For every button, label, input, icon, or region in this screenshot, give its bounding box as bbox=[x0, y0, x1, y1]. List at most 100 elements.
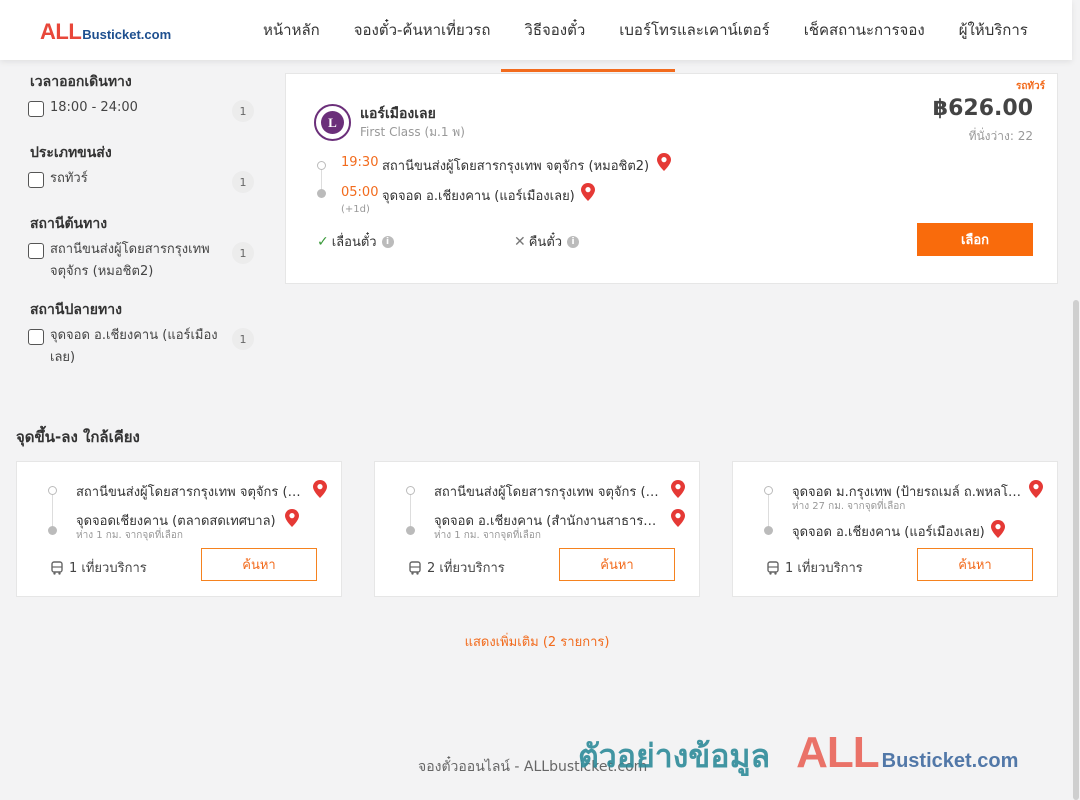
operator-logo-letter: L bbox=[321, 111, 344, 134]
trip-count-label: 1 เที่ยวบริการ bbox=[785, 561, 863, 576]
map-pin-icon[interactable] bbox=[581, 183, 595, 201]
scrollbar-track[interactable] bbox=[1072, 0, 1080, 800]
filter-title-bus-type: ประเภทขนส่ง bbox=[30, 145, 112, 161]
map-pin-icon[interactable] bbox=[671, 509, 685, 527]
show-more-link[interactable]: แสดงเพิ่มเติม (2 รายการ) bbox=[0, 631, 1074, 652]
trip-count-label: 2 เที่ยวบริการ bbox=[427, 561, 505, 576]
route-line bbox=[410, 493, 411, 530]
checkbox[interactable] bbox=[28, 243, 44, 259]
filter-title-origin: สถานีต้นทาง bbox=[30, 216, 108, 232]
nearby-search-button[interactable]: ค้นหา bbox=[917, 548, 1033, 581]
filter-option-label: จุดจอด อ.เชียงคาน (แอร์เมือง เลย) bbox=[50, 328, 218, 365]
filter-option-origin[interactable]: สถานีขนส่งผู้โดยสารกรุงเทพ จตุจักร (หมอช… bbox=[28, 242, 254, 283]
trip-price: ฿626.00 bbox=[932, 96, 1033, 121]
map-pin-icon[interactable] bbox=[657, 153, 671, 171]
count-badge: 1 bbox=[232, 328, 254, 350]
departure-time: 19:30 bbox=[341, 155, 379, 170]
filter-option-label: 18:00 - 24:00 bbox=[50, 100, 138, 115]
trip-count-label: 1 เที่ยวบริการ bbox=[69, 561, 147, 576]
nearby-card: จุดจอด ม.กรุงเทพ (ป้ายรถเมล์ ถ.พหลโยธิน)… bbox=[732, 461, 1058, 597]
filter-option-destination[interactable]: จุดจอด อ.เชียงคาน (แอร์เมือง เลย) 1 bbox=[28, 328, 254, 369]
refund-policy: ✕ คืนตั๋ว i bbox=[514, 231, 580, 252]
nearby-card: สถานีขนส่งผู้โดยสารกรุงเทพ จตุจักร (หมอช… bbox=[16, 461, 342, 597]
active-tab-indicator bbox=[501, 69, 675, 72]
select-trip-button[interactable]: เลือก bbox=[917, 223, 1033, 256]
checkbox[interactable] bbox=[28, 329, 44, 345]
nearby-card: สถานีขนส่งผู้โดยสารกรุงเทพ จตุจักร (หมอช… bbox=[374, 461, 700, 597]
count-badge: 1 bbox=[232, 171, 254, 193]
filter-title-departure-time: เวลาออกเดินทาง bbox=[30, 74, 132, 90]
bus-icon bbox=[767, 560, 779, 575]
nearby-to-distance: ห่าง 1 กม. จากจุดที่เลือก bbox=[434, 530, 541, 541]
nearby-section-title: จุดขึ้น-ลง ใกล้เคียง bbox=[16, 428, 140, 446]
from-dot bbox=[48, 486, 57, 495]
nav-home[interactable]: หน้าหลัก bbox=[246, 18, 337, 42]
nearby-search-button[interactable]: ค้นหา bbox=[201, 548, 317, 581]
bus-icon bbox=[51, 560, 63, 575]
bus-icon bbox=[409, 560, 421, 575]
route-line bbox=[52, 493, 53, 530]
nearby-to-distance: ห่าง 1 กม. จากจุดที่เลือก bbox=[76, 530, 183, 541]
footer-text: จองตั๋วออนไลน์ - ALLbusticket.com bbox=[418, 759, 648, 775]
cross-icon: ✕ bbox=[514, 233, 526, 250]
refund-label: คืนตั๋ว bbox=[528, 235, 563, 250]
nearby-search-button[interactable]: ค้นหา bbox=[559, 548, 675, 581]
from-dot bbox=[764, 486, 773, 495]
trip-card: รถทัวร์ L แอร์เมืองเลย First Class (ม.1 … bbox=[285, 73, 1058, 284]
trip-count: 1 เที่ยวบริการ bbox=[766, 557, 863, 578]
nav-operators[interactable]: ผู้ให้บริการ bbox=[942, 18, 1045, 42]
filter-option-departure-time[interactable]: 18:00 - 24:00 1 bbox=[28, 100, 254, 122]
info-icon[interactable]: i bbox=[381, 235, 394, 248]
top-header: ALL Busticket.com หน้าหลัก จองตั๋ว-ค้นหา… bbox=[0, 0, 1072, 60]
bus-class: First Class (ม.1 พ) bbox=[360, 125, 465, 139]
filter-option-label: สถานีขนส่งผู้โดยสารกรุงเทพ จตุจักร (หมอช… bbox=[50, 242, 210, 279]
trip-count: 2 เที่ยวบริการ bbox=[408, 557, 505, 578]
count-badge: 1 bbox=[232, 100, 254, 122]
filter-option-bus-type[interactable]: รถทัวร์ 1 bbox=[28, 171, 254, 193]
arrival-time: 05:00 bbox=[341, 185, 379, 200]
checkbox[interactable] bbox=[28, 172, 44, 188]
check-icon: ✓ bbox=[317, 233, 329, 250]
to-dot bbox=[406, 526, 415, 535]
nearby-from-stop: สถานีขนส่งผู้โดยสารกรุงเทพ จตุจักร (หมอช… bbox=[434, 485, 662, 500]
nav-how-to-book[interactable]: วิธีจองตั๋ว bbox=[507, 18, 602, 42]
reschedule-label: เลื่อนตั๋ว bbox=[331, 235, 377, 250]
operator-logo: L bbox=[314, 104, 351, 141]
nearby-to-stop: จุดจอด อ.เชียงคาน (แอร์เมืองเลย) bbox=[792, 525, 985, 540]
arrival-stop: จุดจอด อ.เชียงคาน (แอร์เมืองเลย) bbox=[382, 189, 575, 204]
departure-stop: สถานีขนส่งผู้โดยสารกรุงเทพ จตุจักร (หมอช… bbox=[382, 159, 650, 174]
next-day-indicator: (+1d) bbox=[341, 204, 370, 215]
checkbox[interactable] bbox=[28, 101, 44, 117]
nav-contact-counters[interactable]: เบอร์โทรและเคาน์เตอร์ bbox=[602, 18, 786, 42]
map-pin-icon[interactable] bbox=[1029, 480, 1043, 498]
nearby-from-distance: ห่าง 27 กม. จากจุดที่เลือก bbox=[792, 501, 906, 512]
from-dot bbox=[406, 486, 415, 495]
to-dot bbox=[764, 526, 773, 535]
logo-all-text: ALL bbox=[40, 19, 82, 44]
filter-option-label: รถทัวร์ bbox=[50, 171, 88, 186]
departure-dot bbox=[317, 161, 326, 170]
map-pin-icon[interactable] bbox=[671, 480, 685, 498]
map-pin-icon[interactable] bbox=[313, 480, 327, 498]
trip-count: 1 เที่ยวบริการ bbox=[50, 557, 147, 578]
site-logo[interactable]: ALL Busticket.com bbox=[40, 19, 171, 45]
watermark-rest-text: Busticket.com bbox=[881, 750, 1019, 772]
reschedule-policy: ✓ เลื่อนตั๋ว i bbox=[317, 231, 394, 252]
watermark-all-text: ALL bbox=[796, 728, 880, 777]
map-pin-icon[interactable] bbox=[991, 520, 1005, 538]
scrollbar-thumb[interactable] bbox=[1073, 300, 1079, 800]
nearby-from-stop: สถานีขนส่งผู้โดยสารกรุงเทพ จตุจักร (หมอช… bbox=[76, 485, 304, 500]
nav-book-search[interactable]: จองตั๋ว-ค้นหาเที่ยวรถ bbox=[337, 18, 508, 42]
operator-name: แอร์เมืองเลย bbox=[360, 106, 436, 122]
map-pin-icon[interactable] bbox=[285, 509, 299, 527]
seats-available: ที่นั่งว่าง: 22 bbox=[968, 129, 1033, 143]
filter-title-destination: สถานีปลายทาง bbox=[30, 302, 122, 318]
nav-check-booking[interactable]: เช็คสถานะการจอง bbox=[787, 18, 942, 42]
to-dot bbox=[48, 526, 57, 535]
main-nav: หน้าหลัก จองตั๋ว-ค้นหาเที่ยวรถ วิธีจองตั… bbox=[246, 0, 1045, 60]
route-line bbox=[768, 493, 769, 530]
arrival-dot bbox=[317, 189, 326, 198]
logo-rest-text: Busticket.com bbox=[82, 27, 172, 42]
info-icon[interactable]: i bbox=[567, 235, 580, 248]
count-badge: 1 bbox=[232, 242, 254, 264]
